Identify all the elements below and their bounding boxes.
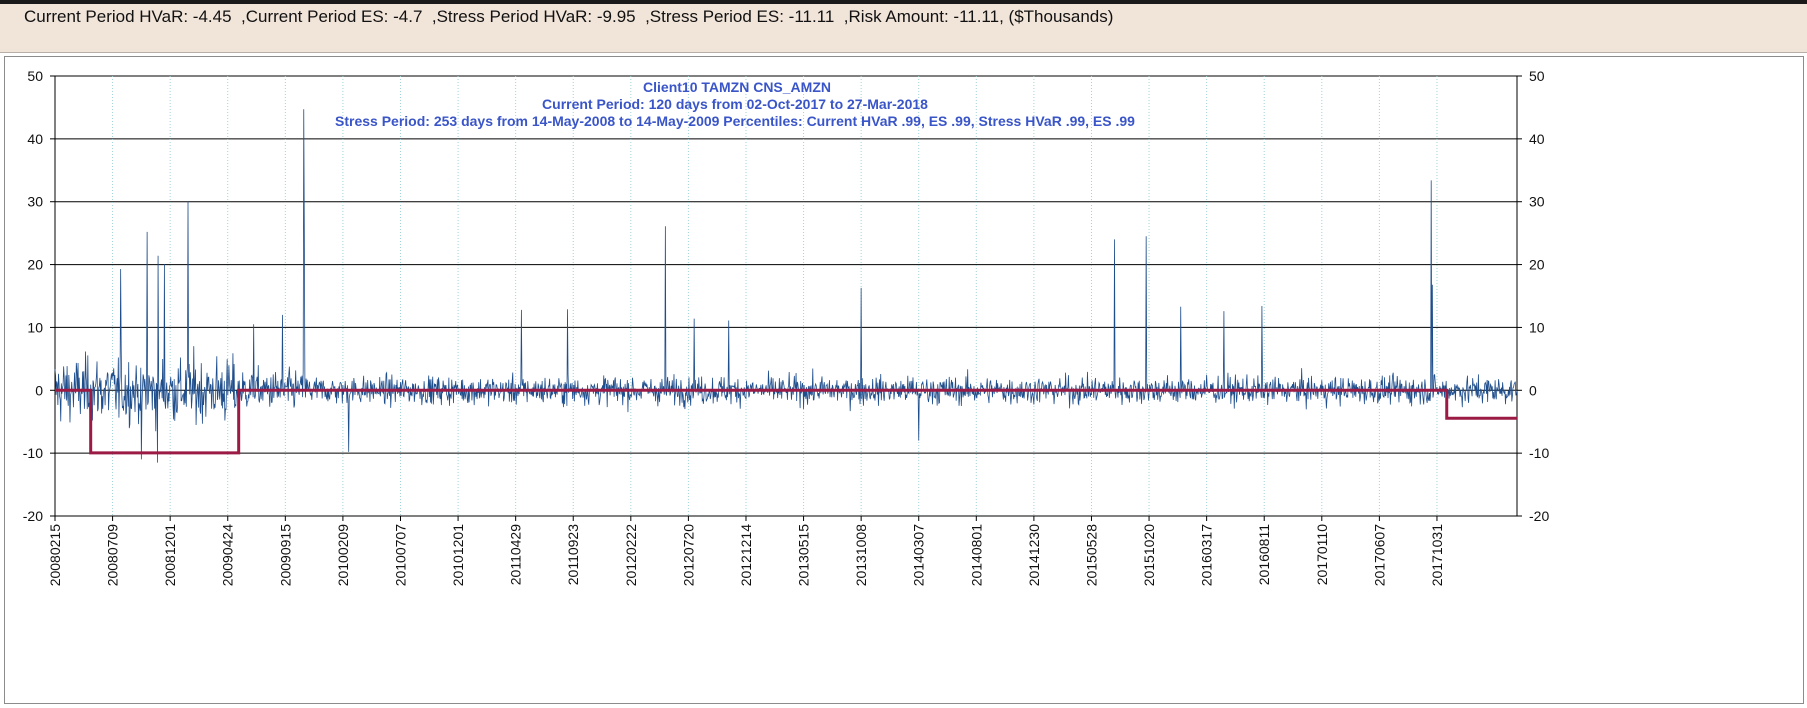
y-tick-label: 40 (27, 131, 43, 147)
risk-summary-text: Current Period HVaR: -4.45 ,Current Peri… (24, 7, 1114, 26)
y-axis-left: -20 -10 0 10 20 30 40 50 (23, 68, 56, 524)
summary-bar: Current Period HVaR: -4.45 ,Current Peri… (0, 0, 1807, 53)
y-tick-label: -10 (1529, 445, 1549, 461)
y-tick-label: 0 (1529, 382, 1537, 398)
y-axis-right: -20 -10 0 10 20 30 40 50 (1516, 68, 1549, 524)
y-tick-label: -20 (23, 508, 43, 524)
x-tick-label: 20081201 (162, 524, 178, 587)
x-tick-label: 20130515 (796, 524, 812, 587)
x-tick-label: 20141230 (1026, 524, 1042, 587)
risk-line (55, 388, 1517, 455)
x-tick-label: 20110923 (565, 524, 581, 585)
x-tick-label: 20160811 (1256, 524, 1272, 585)
y-tick-label: 20 (1529, 257, 1545, 273)
chart-titles: Client10 TAMZN CNS_AMZNCurrent Period: 1… (335, 79, 1135, 129)
y-tick-label: 50 (1529, 68, 1545, 84)
x-tick-label: 20080215 (47, 524, 63, 587)
y-tick-label: -10 (23, 445, 43, 461)
x-tick-label: 20090424 (220, 524, 236, 587)
hvar-step-line (55, 388, 1517, 455)
chart-title-line-2: Current Period: 120 days from 02-Oct-201… (542, 96, 928, 112)
y-tick-label: 30 (27, 194, 43, 210)
x-tick-label: 20171031 (1429, 524, 1445, 587)
chart-title-line-3: Stress Period: 253 days from 14-May-2008… (335, 113, 1135, 129)
y-tick-label: 50 (27, 68, 43, 84)
x-tick-label: 20170110 (1314, 524, 1330, 585)
y-tick-label: 0 (35, 382, 43, 398)
y-tick-label: 30 (1529, 194, 1545, 210)
chart-panel: -20 -10 0 10 20 30 40 50 -20 -10 0 10 20 30 40 50 2008… (4, 56, 1804, 704)
x-tick-label: 20100707 (392, 524, 408, 587)
grid-lines (54, 75, 1517, 517)
x-tick-label: 20150528 (1083, 524, 1099, 587)
x-tick-label: 20140801 (968, 524, 984, 587)
x-tick-label: 20160317 (1199, 524, 1215, 587)
x-tick-label: 20100209 (335, 524, 351, 587)
x-tick-label: 20120720 (680, 524, 696, 587)
x-axis: 20080215 20080709 20081201 20090424 20090915… (47, 516, 1445, 586)
x-tick-label: 20090915 (277, 524, 293, 587)
x-tick-label: 20110429 (508, 524, 524, 585)
x-tick-label: 20101201 (450, 524, 466, 587)
y-tick-label: 10 (1529, 319, 1545, 335)
x-tick-label: 20170607 (1371, 524, 1387, 587)
y-tick-label: 20 (27, 257, 43, 273)
x-tick-label: 20140307 (911, 524, 927, 587)
x-tick-label: 20080709 (105, 524, 121, 587)
pnl-line (54, 109, 1518, 463)
y-tick-label: 40 (1529, 131, 1545, 147)
y-tick-label: -20 (1529, 508, 1549, 524)
pnl-series (54, 109, 1518, 463)
x-tick-label: 20131008 (853, 524, 869, 587)
x-tick-label: 20120222 (623, 524, 639, 587)
chart-title-line-1: Client10 TAMZN CNS_AMZN (643, 79, 831, 95)
y-tick-label: 10 (27, 319, 43, 335)
hvar-chart: -20 -10 0 10 20 30 40 50 -20 -10 0 10 20 30 40 50 2008… (23, 68, 1550, 586)
x-tick-label: 20151020 (1141, 524, 1157, 587)
x-tick-label: 20121214 (738, 524, 754, 587)
